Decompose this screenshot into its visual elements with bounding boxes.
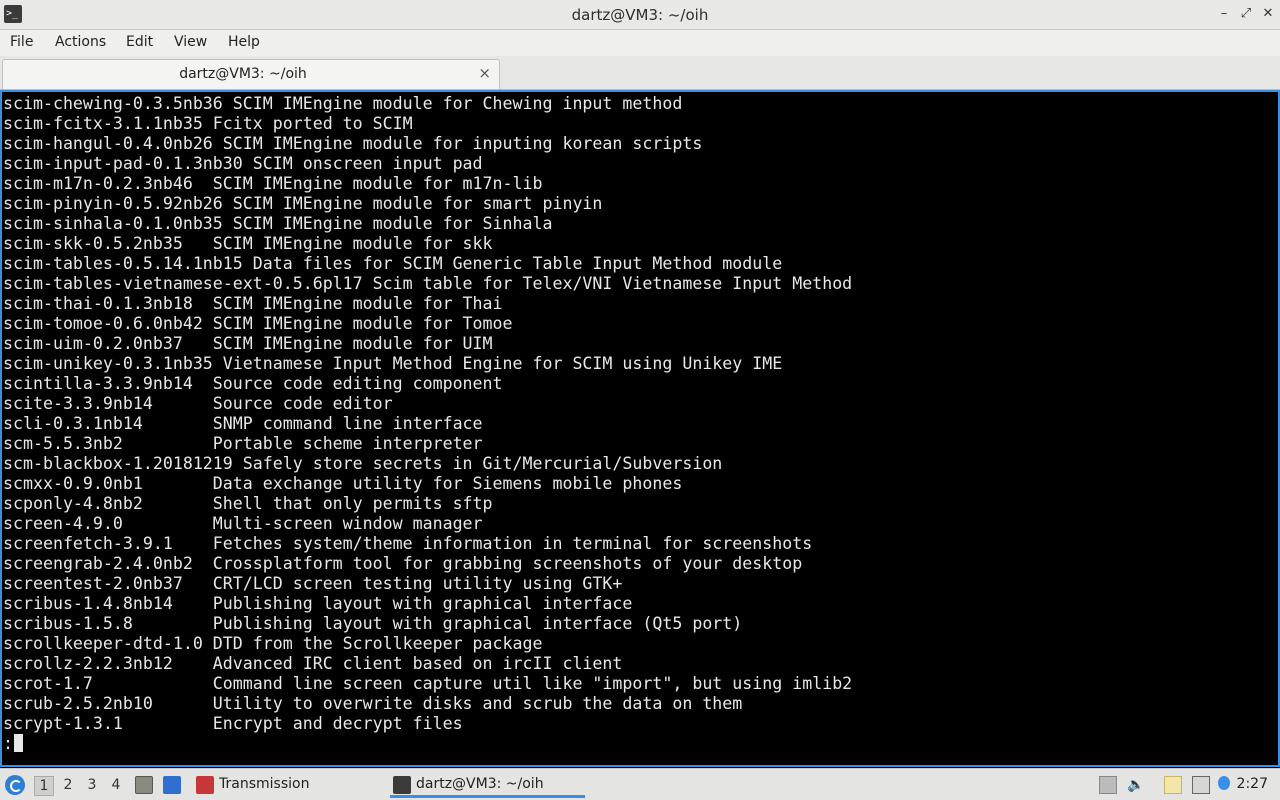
show-desktop-icon[interactable] (163, 776, 181, 794)
terminal-line: scim-uim-0.2.0nb37 SCIM IMEngine module … (3, 334, 493, 353)
tab-bar: dartz@VM3: ~/oih × (0, 56, 1280, 90)
terminal-line: screengrab-2.4.0nb2 Crossplatform tool f… (3, 554, 803, 573)
clock[interactable]: 2:27 (1237, 776, 1268, 792)
text-cursor (14, 734, 23, 752)
menu-file[interactable]: File (10, 34, 33, 50)
terminal-line: scim-skk-0.5.2nb35 SCIM IMEngine module … (3, 234, 493, 253)
task-label: Transmission (219, 776, 310, 792)
menu-actions[interactable]: Actions (55, 34, 106, 50)
menu-edit[interactable]: Edit (126, 34, 153, 50)
pager-prompt: : (3, 734, 13, 753)
terminal-line: scponly-4.8nb2 Shell that only permits s… (3, 494, 493, 513)
terminal-line: scim-input-pad-0.1.3nb30 SCIM onscreen i… (3, 154, 483, 173)
terminal-line: scrot-1.7 Command line screen capture ut… (3, 674, 853, 693)
taskbar: 1 2 3 4 Transmission dartz@VM3: ~/oih 🔈 … (0, 768, 1280, 800)
workspace-3-button[interactable]: 3 (82, 776, 102, 796)
terminal-line: scim-tomoe-0.6.0nb42 SCIM IMEngine modul… (3, 314, 513, 333)
terminal-line: scm-blackbox-1.20181219 Safely store sec… (3, 454, 723, 473)
terminal-text: scim-chewing-0.3.5nb36 SCIM IMEngine mod… (3, 94, 852, 754)
terminal-line: scm-5.5.3nb2 Portable scheme interpreter (3, 434, 483, 453)
terminal-line: scim-tables-0.5.14.1nb15 Data files for … (3, 254, 783, 273)
workspace-1-button[interactable]: 1 (34, 776, 54, 796)
terminal-line: scim-fcitx-3.1.1nb35 Fcitx ported to SCI… (3, 114, 413, 133)
terminal-output[interactable]: scim-chewing-0.3.5nb36 SCIM IMEngine mod… (0, 90, 1280, 767)
clipboard-icon[interactable] (1164, 776, 1182, 794)
terminal-line: scim-sinhala-0.1.0nb35 SCIM IMEngine mod… (3, 214, 553, 233)
transmission-icon (196, 776, 214, 794)
terminal-line: screen-4.9.0 Multi-screen window manager (3, 514, 483, 533)
network-icon[interactable] (1192, 776, 1210, 794)
removable-media-icon[interactable] (1099, 776, 1117, 794)
terminal-line: screenfetch-3.9.1 Fetches system/theme i… (3, 534, 813, 553)
file-manager-icon[interactable] (135, 776, 153, 794)
tab-label: dartz@VM3: ~/oih (179, 66, 307, 82)
terminal-line: scli-0.3.1nb14 SNMP command line interfa… (3, 414, 483, 433)
close-window-button[interactable]: ✕ (1260, 6, 1276, 22)
menu-help[interactable]: Help (228, 34, 260, 50)
terminal-line: scim-pinyin-0.5.92nb26 SCIM IMEngine mod… (3, 194, 603, 213)
terminal-line: scintilla-3.3.9nb14 Source code editing … (3, 374, 503, 393)
terminal-line: scim-hangul-0.4.0nb26 SCIM IMEngine modu… (3, 134, 703, 153)
task-transmission[interactable]: Transmission (193, 773, 383, 798)
terminal-line: scribus-1.5.8 Publishing layout with gra… (3, 614, 743, 633)
menu-view[interactable]: View (174, 34, 207, 50)
window-title: dartz@VM3: ~/oih (571, 6, 709, 24)
menu-bar: File Actions Edit View Help (0, 30, 1280, 56)
terminal-line: scmxx-0.9.0nb1 Data exchange utility for… (3, 474, 683, 493)
terminal-line: scrypt-1.3.1 Encrypt and decrypt files (3, 714, 463, 733)
task-label: dartz@VM3: ~/oih (416, 776, 544, 792)
terminal-line: scim-chewing-0.3.5nb36 SCIM IMEngine mod… (3, 94, 683, 113)
terminal-line: scim-unikey-0.3.1nb35 Vietnamese Input M… (3, 354, 783, 373)
terminal-line: scite-3.3.9nb14 Source code editor (3, 394, 393, 413)
terminal-line: scim-thai-0.1.3nb18 SCIM IMEngine module… (3, 294, 503, 313)
terminal-line: scrub-2.5.2nb10 Utility to overwrite dis… (3, 694, 743, 713)
terminal-icon (393, 776, 411, 794)
terminal-line: scrollz-2.2.3nb12 Advanced IRC client ba… (3, 654, 623, 673)
tab-close-icon[interactable]: × (478, 64, 491, 82)
volume-icon[interactable]: 🔈 (1127, 776, 1145, 794)
terminal-line: scim-tables-vietnamese-ext-0.5.6pl17 Sci… (3, 274, 853, 293)
terminal-line: scribus-1.4.8nb14 Publishing layout with… (3, 594, 633, 613)
workspace-4-button[interactable]: 4 (106, 776, 126, 796)
start-menu-icon[interactable] (5, 775, 25, 795)
maximize-button[interactable]: ⤢ (1238, 6, 1254, 22)
terminal-line: scrollkeeper-dtd-1.0 DTD from the Scroll… (3, 634, 543, 653)
task-terminal[interactable]: dartz@VM3: ~/oih (390, 773, 585, 798)
notification-icon[interactable] (1218, 776, 1230, 790)
tab-terminal[interactable]: dartz@VM3: ~/oih × (2, 59, 500, 89)
terminal-line: screentest-2.0nb37 CRT/LCD screen testin… (3, 574, 623, 593)
window-titlebar[interactable]: >_ dartz@VM3: ~/oih – ⤢ ✕ (0, 0, 1280, 30)
terminal-line: scim-m17n-0.2.3nb46 SCIM IMEngine module… (3, 174, 543, 193)
minimize-button[interactable]: – (1216, 6, 1232, 22)
terminal-prompt-line[interactable]: : (3, 734, 852, 754)
workspace-2-button[interactable]: 2 (58, 776, 78, 796)
